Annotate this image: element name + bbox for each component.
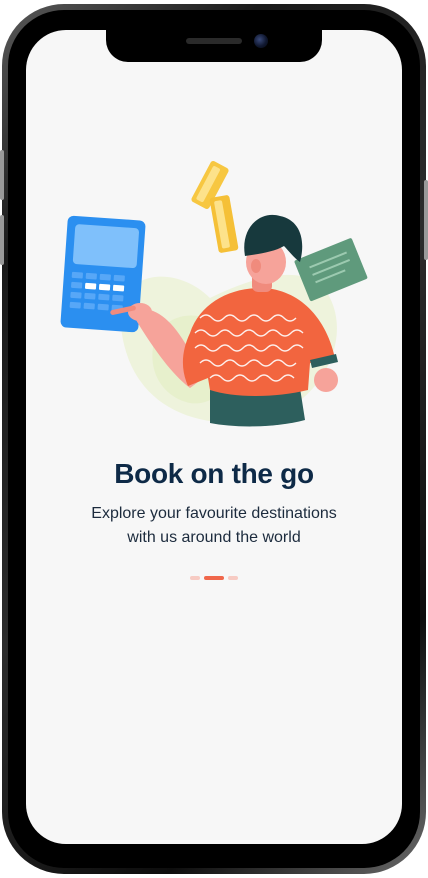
speaker-grille [186,38,242,44]
app-screen: Book on the go Explore your favourite de… [26,30,402,844]
page-indicator [190,575,238,581]
device-notch [106,28,322,62]
gold-bar-icon [209,195,239,253]
page-indicator-dot-1[interactable] [190,576,200,580]
onboarding-illustration [60,161,368,427]
front-camera-icon [254,34,268,48]
page-title: Book on the go [114,458,314,489]
subtitle-line-1: Explore your favourite destinations [91,505,337,522]
page-indicator-dot-3[interactable] [228,576,238,580]
subtitle-line-2: with us around the world [127,529,301,546]
volume-up-button [0,150,4,200]
volume-down-button [0,215,4,265]
page-subtitle: Explore your favourite destinations with… [56,502,372,550]
page-indicator-dot-2-active[interactable] [204,576,224,580]
power-button [424,180,428,260]
